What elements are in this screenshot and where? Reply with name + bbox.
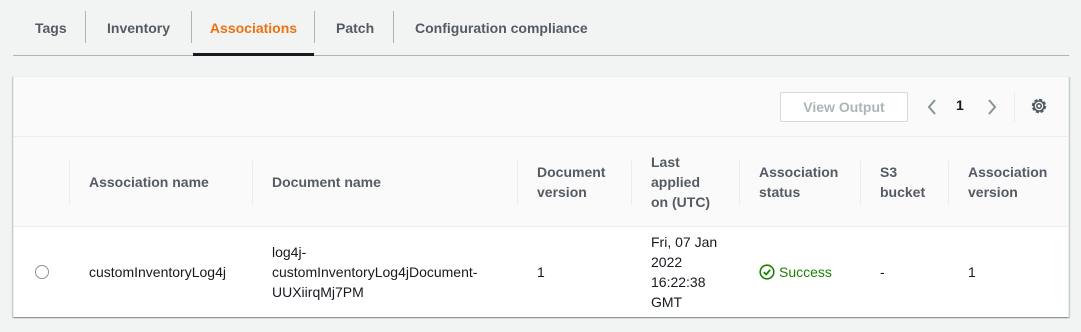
cell-last-applied: Fri, 07 Jan 2022 16:22:38 GMT [651, 232, 717, 312]
header-line: version [537, 184, 587, 200]
tab-configuration-compliance[interactable]: Configuration compliance [415, 0, 588, 55]
row-select-radio[interactable] [35, 265, 49, 279]
column-divider [631, 161, 632, 205]
header-line: applied [651, 174, 701, 190]
header-line: status [759, 184, 801, 200]
cell-document-name: log4j- customInventoryLog4jDocument- UUX… [272, 242, 477, 302]
view-output-button[interactable]: View Output [780, 92, 908, 122]
column-divider [252, 161, 253, 205]
toolbar-divider [1014, 92, 1015, 122]
tab-label: Tags [35, 19, 67, 36]
header-line: Document [537, 164, 606, 180]
cell-association-version: 1 [968, 264, 976, 280]
header-document-version[interactable]: Document version [537, 162, 605, 202]
tab-label: Associations [209, 19, 298, 36]
tab-bar: Tags Inventory Associations Patch Config… [13, 0, 1069, 56]
header-line: Association [968, 164, 1048, 180]
header-line: Last [651, 154, 680, 170]
header-association-name[interactable]: Association name [89, 172, 209, 192]
table-toolbar: View Output 1 [14, 77, 1068, 137]
header-line: on (UTC) [651, 194, 711, 210]
cell-association-name: customInventoryLog4j [89, 264, 226, 280]
header-s3-bucket[interactable]: S3 bucket [880, 162, 925, 202]
cell-line: GMT [651, 294, 683, 310]
table-row[interactable]: customInventoryLog4j log4j- customInvent… [14, 227, 1068, 317]
tab-associations[interactable]: Associations [193, 0, 314, 56]
cell-line: log4j- [272, 244, 307, 260]
cell-s3-bucket: - [880, 264, 885, 280]
column-divider [69, 161, 70, 205]
cell-document-version: 1 [537, 264, 545, 280]
tab-inventory[interactable]: Inventory [107, 0, 170, 55]
cell-line: Fri, 07 Jan [651, 234, 718, 250]
header-line: bucket [880, 184, 926, 200]
column-divider [739, 161, 740, 205]
cell-line: 16:22:38 [651, 274, 706, 290]
gear-icon[interactable] [1030, 97, 1048, 115]
column-divider [517, 161, 518, 205]
header-association-status[interactable]: Association status [759, 162, 838, 202]
cell-line: UUXiirqMj7PM [272, 284, 364, 300]
cell-line: 2022 [651, 254, 683, 270]
header-line: Association [759, 164, 839, 180]
chevron-left-icon[interactable] [925, 96, 939, 118]
tab-divider [393, 11, 394, 43]
cell-line: customInventoryLog4jDocument- [272, 264, 478, 280]
page-number[interactable]: 1 [956, 97, 964, 113]
tab-patch[interactable]: Patch [336, 0, 374, 55]
tab-label: Inventory [107, 19, 171, 36]
tab-divider [85, 11, 86, 43]
header-line: version [968, 184, 1018, 200]
tab-divider [314, 11, 315, 43]
status-text: Success [779, 264, 832, 280]
tab-divider [191, 11, 192, 43]
header-line: S3 [880, 164, 898, 180]
cell-association-status: Success [759, 262, 832, 282]
associations-panel: View Output 1 Association name Document … [13, 76, 1069, 317]
header-association-version[interactable]: Association version [968, 162, 1047, 202]
header-document-name[interactable]: Document name [272, 172, 381, 192]
tab-tags[interactable]: Tags [35, 0, 67, 55]
tab-label: Configuration compliance [415, 19, 588, 36]
header-last-applied[interactable]: Last applied on (UTC) [651, 152, 710, 212]
chevron-right-icon[interactable] [985, 96, 999, 118]
tab-label: Patch [336, 19, 375, 36]
column-divider [860, 161, 861, 205]
success-check-icon [759, 264, 775, 280]
table-header: Association name Document name Document … [14, 137, 1068, 227]
column-divider [948, 161, 949, 205]
